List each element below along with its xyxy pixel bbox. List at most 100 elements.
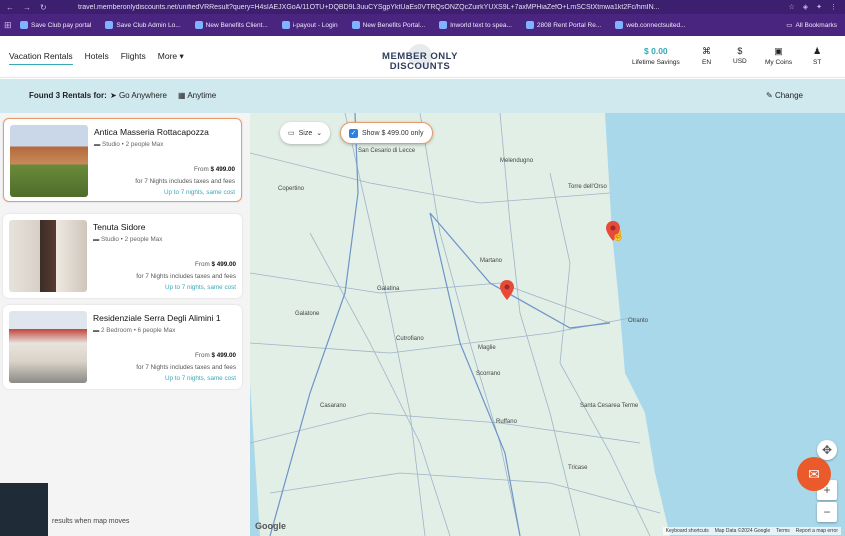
road — [309, 232, 451, 536]
nav-vacation-rentals[interactable]: Vacation Rentals — [9, 51, 73, 65]
translate-icon: ⌘ — [702, 46, 712, 56]
listing-nights: for 7 Nights includes taxes and fees — [136, 364, 236, 371]
listings-panel: Antica Masseria Rottacapozza ▬ Studio • … — [0, 113, 250, 536]
language-selector[interactable]: ⌘ EN — [702, 46, 711, 66]
menu-icon[interactable]: ⋮ — [830, 3, 837, 11]
bookmark-item[interactable]: web.connectsuited... — [615, 21, 686, 29]
lifetime-savings[interactable]: $ 0.00 Lifetime Savings — [632, 46, 680, 66]
browser-address-bar: ← → ↻ travel.memberonlydiscounts.net/unifi… — [0, 0, 845, 14]
town-label: Galatina — [377, 286, 400, 292]
listing-price: From $ 499.00 — [195, 261, 236, 268]
keyboard-shortcuts-link[interactable]: Keyboard shortcuts — [666, 528, 709, 534]
cursor-hand-icon: ☝ — [612, 231, 625, 242]
bookmark-item[interactable]: Save Club pay portal — [20, 21, 91, 29]
star-icon[interactable]: ☆ — [788, 3, 794, 11]
listing-photo[interactable] — [9, 311, 87, 383]
town-label: Ruffano — [496, 419, 517, 425]
listing-flex-note: Up to 7 nights, same cost — [164, 284, 236, 291]
listing-photo[interactable] — [10, 125, 88, 197]
calendar-icon: ▦ — [178, 91, 186, 100]
bed-icon: ▬ — [93, 327, 100, 334]
road — [250, 152, 611, 204]
currency-selector[interactable]: $ USD — [733, 46, 747, 65]
town-label: Cutrofiano — [396, 336, 424, 342]
results-count: Found 3 Rentals for: — [29, 91, 107, 100]
map-attribution: Keyboard shortcuts Map Data ©2024 Google… — [662, 527, 841, 535]
folder-icon: ▭ — [786, 22, 793, 29]
chat-bubble-icon[interactable]: ✉ — [797, 457, 831, 491]
listing-title[interactable]: Residenziale Serra Degli Alimini 1 — [93, 313, 221, 323]
listing-flex-note: Up to 7 nights, same cost — [163, 189, 235, 196]
all-bookmarks[interactable]: ▭ All Bookmarks — [786, 21, 837, 30]
road — [250, 317, 631, 354]
town-label: Santa Cesarea Terme — [580, 403, 639, 409]
listing-title[interactable]: Antica Masseria Rottacapozza — [94, 127, 209, 137]
bookmark-item[interactable]: Inworld text to spea... — [439, 21, 512, 29]
town-label: Martano — [480, 258, 503, 264]
town-label: Otranto — [628, 318, 649, 324]
browser-nav-buttons[interactable]: ← → ↻ — [0, 3, 78, 12]
map-canvas[interactable] — [250, 113, 845, 536]
listing-card[interactable]: Antica Masseria Rottacapozza ▬ Studio • … — [3, 118, 242, 202]
listing-flex-note: Up to 7 nights, same cost — [164, 375, 236, 382]
road — [499, 113, 581, 536]
my-coins[interactable]: ▣ My Coins — [765, 46, 792, 66]
bookmark-item[interactable]: New Benefits Client... — [194, 21, 268, 29]
nav-more[interactable]: More ▾ — [158, 51, 184, 65]
puzzle-icon[interactable]: ✦ — [816, 3, 822, 11]
bookmark-item[interactable]: New Benefits Portal... — [351, 21, 425, 29]
listing-card[interactable]: Tenuta Sidore ▬ Studio • 2 people Max Fr… — [3, 214, 242, 298]
wallet-icon: ▣ — [774, 46, 783, 56]
favicon-icon — [525, 21, 534, 29]
listing-nights: for 7 Nights includes taxes and fees — [136, 273, 236, 280]
webcam-overlay — [0, 483, 48, 536]
favicon-icon — [351, 21, 360, 29]
town-label: Tricase — [568, 465, 588, 471]
listing-meta: ▬ 2 Bedroom • 6 people Max — [93, 327, 176, 334]
bed-icon: ▭ — [288, 130, 295, 137]
size-filter[interactable]: ▭ Size ⌄ — [280, 122, 331, 144]
extension-icon[interactable]: ◈ — [803, 3, 808, 11]
reload-icon[interactable]: ↻ — [40, 3, 47, 12]
listing-meta: ▬ Studio • 2 people Max — [93, 236, 163, 243]
back-icon[interactable]: ← — [6, 3, 14, 12]
browser-extensions[interactable]: ☆ ◈ ✦ ⋮ — [788, 3, 845, 11]
nav-flights[interactable]: Flights — [121, 51, 146, 65]
town-label: Torre dell'Orso — [568, 184, 607, 190]
favicon-icon — [615, 21, 624, 29]
terms-link[interactable]: Terms — [776, 528, 790, 534]
dates-filter[interactable]: ▦ Anytime — [178, 91, 216, 100]
bookmark-item[interactable]: 2808 Rent Portal Re... — [525, 21, 601, 29]
fullscreen-icon[interactable]: ✥ — [817, 440, 837, 460]
bookmarks-bar: ⊞ Save Club pay portal Save Club Admin L… — [0, 14, 845, 36]
report-error-link[interactable]: Report a map error — [796, 528, 838, 534]
search-when-map-moves[interactable]: results when map moves — [52, 518, 129, 525]
site-logo[interactable]: MEMBER ONLY DISCOUNTS — [378, 44, 462, 72]
checkbox-checked-icon[interactable]: ✓ — [349, 128, 358, 138]
bookmark-item[interactable]: Save Club Admin Lo... — [105, 21, 181, 29]
destination-filter[interactable]: ➤ Go Anywhere — [110, 91, 167, 100]
road — [419, 113, 521, 536]
user-menu[interactable]: ♟ ST — [813, 46, 821, 66]
town-label: Casarano — [320, 403, 347, 409]
caret-down-icon: ▾ — [179, 51, 184, 61]
favicon-icon — [281, 21, 290, 29]
map-pin-icon[interactable] — [500, 280, 514, 300]
apps-icon[interactable]: ⊞ — [0, 20, 20, 31]
zoom-out-button[interactable]: − — [817, 502, 837, 522]
change-search-button[interactable]: ✎ Change — [766, 91, 803, 100]
url-field[interactable]: travel.memberonlydiscounts.net/unifiedVR… — [78, 4, 788, 11]
map-view[interactable]: San Cesario di Lecce Copertino Melendugn… — [250, 113, 845, 536]
bookmark-item[interactable]: i-payout - Login — [281, 21, 338, 29]
listing-title[interactable]: Tenuta Sidore — [93, 222, 145, 232]
listing-card[interactable]: Residenziale Serra Degli Alimini 1 ▬ 2 B… — [3, 305, 242, 389]
price-filter[interactable]: ✓ Show $ 499.00 only — [340, 122, 433, 144]
favicon-icon — [194, 21, 203, 29]
town-label: Copertino — [278, 186, 305, 192]
favicon-icon — [105, 21, 114, 29]
forward-icon[interactable]: → — [23, 3, 31, 12]
nav-hotels[interactable]: Hotels — [85, 51, 109, 65]
town-label: Galatone — [295, 311, 320, 317]
search-summary-bar: Found 3 Rentals for: ➤ Go Anywhere ▦ Any… — [0, 79, 845, 113]
listing-photo[interactable] — [9, 220, 87, 292]
